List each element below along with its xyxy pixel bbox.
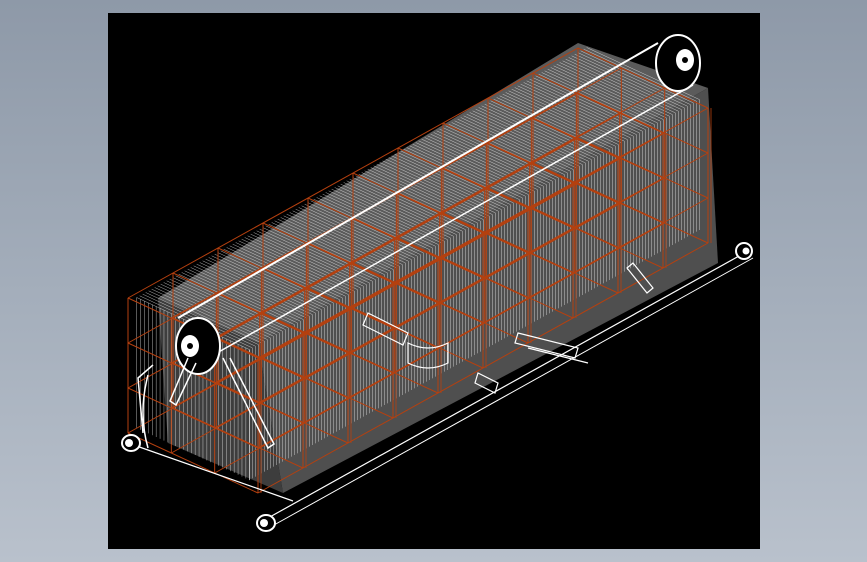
header-end-left-rear [256, 514, 276, 532]
header-end-left-front [121, 434, 141, 452]
steam-drum-end-left [175, 317, 221, 375]
header-end-right [735, 242, 753, 260]
boiler-wireframe-drawing [121, 34, 754, 532]
steam-drum-end-right [655, 34, 701, 92]
cad-viewport[interactable] [108, 13, 760, 549]
